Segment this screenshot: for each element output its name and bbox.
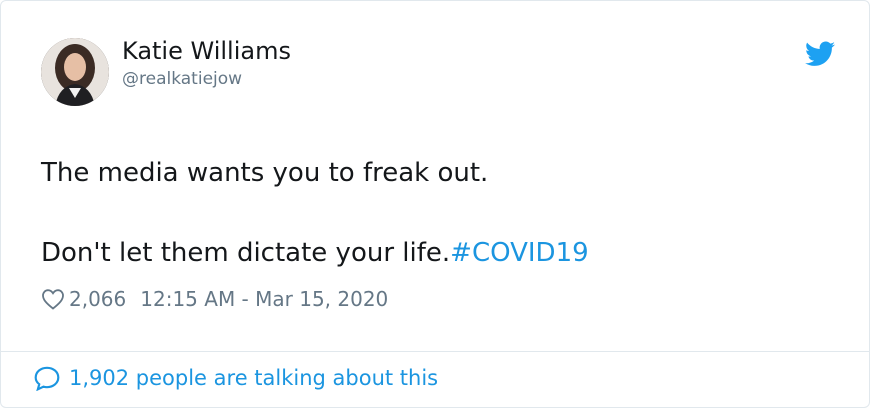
- author-handle[interactable]: @realkatiejow: [122, 69, 242, 89]
- divider: [1, 351, 869, 352]
- tweet-text: The media wants you to freak out. Don't …: [41, 153, 589, 273]
- tweet-card[interactable]: Katie Williams @realkatiejow The media w…: [0, 0, 870, 408]
- heart-icon[interactable]: [41, 288, 65, 310]
- conversation-count-text: 1,902 people are talking about this: [69, 366, 439, 390]
- tweet-meta: 2,066 12:15 AM - Mar 15, 2020: [41, 287, 388, 311]
- conversation-link[interactable]: 1,902 people are talking about this: [33, 365, 438, 391]
- speech-bubble-icon: [34, 366, 60, 391]
- tweet-text-line1: The media wants you to freak out.: [41, 158, 489, 188]
- avatar-photo: [41, 38, 109, 106]
- avatar[interactable]: [41, 38, 109, 106]
- author-name[interactable]: Katie Williams: [122, 37, 291, 65]
- timestamp-link[interactable]: 12:15 AM - Mar 15, 2020: [140, 287, 388, 311]
- twitter-bird-icon[interactable]: [805, 41, 835, 67]
- tweet-text-line2: Don't let them dictate your life.: [41, 238, 451, 268]
- tweet-text-line2-wrapper: Don't let them dictate your life.#COVID1…: [41, 233, 589, 273]
- like-count[interactable]: 2,066: [69, 287, 126, 311]
- hashtag-link[interactable]: #COVID19: [450, 238, 589, 268]
